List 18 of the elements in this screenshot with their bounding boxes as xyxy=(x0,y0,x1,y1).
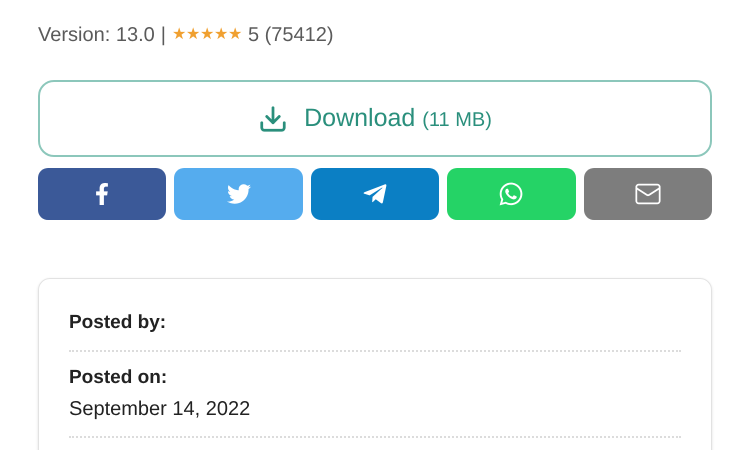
bird-icon xyxy=(226,182,251,206)
star-icon: ★ xyxy=(172,23,186,47)
separator: | xyxy=(160,23,166,48)
star-icon: ★ xyxy=(186,23,200,47)
download-button[interactable]: Download (11 MB) xyxy=(38,80,712,157)
version-text: Version: 13.0 xyxy=(38,23,155,48)
detail-value: September 14, 2022 xyxy=(69,397,252,422)
detail-label: Posted on: xyxy=(69,366,168,390)
share-button[interactable] xyxy=(584,168,712,220)
rating-text: 5 (75412) xyxy=(248,23,334,48)
share-button[interactable] xyxy=(38,168,166,220)
download-icon xyxy=(258,104,288,134)
star-icon: ★ xyxy=(228,23,242,47)
share-button[interactable] xyxy=(310,168,440,220)
star-icon: ★ xyxy=(214,23,228,47)
whatsapp-icon xyxy=(498,181,524,207)
detail-label: Posted by: xyxy=(69,311,168,335)
star-icon: ★ xyxy=(200,23,214,47)
